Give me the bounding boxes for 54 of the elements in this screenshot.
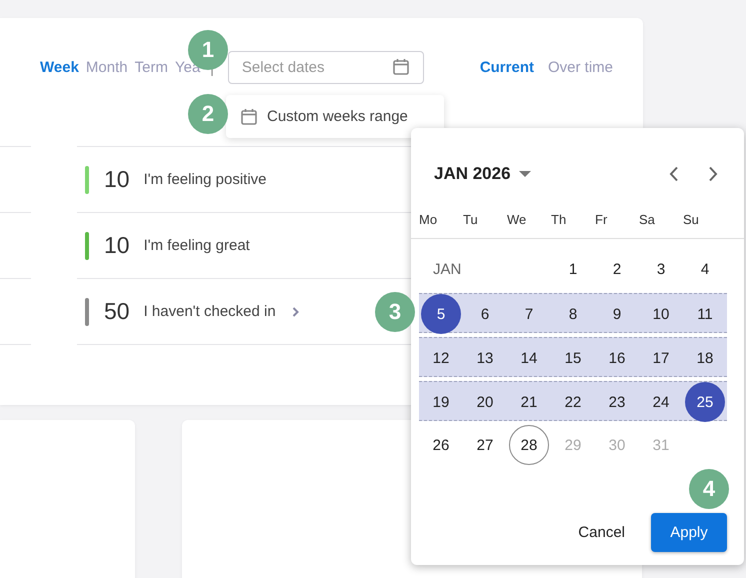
mood-label: I'm feeling positive: [144, 171, 267, 188]
calendar-day[interactable]: 10: [641, 294, 681, 334]
calendar-day[interactable]: 15: [553, 338, 593, 378]
weekday-label: We: [507, 212, 528, 226]
calendar-day[interactable]: 12: [421, 338, 461, 378]
calendar-day[interactable]: 8: [553, 294, 593, 334]
calendar-day[interactable]: 2: [597, 249, 637, 289]
calendar-day[interactable]: 25: [685, 382, 725, 422]
calendar-day[interactable]: 26: [421, 425, 461, 465]
calendar-day[interactable]: 27: [465, 425, 505, 465]
caret-down-icon: [518, 170, 531, 178]
apply-button[interactable]: Apply: [651, 513, 727, 552]
calendar-day[interactable]: 14: [509, 338, 549, 378]
cancel-button[interactable]: Cancel: [570, 516, 633, 549]
calendar-day[interactable]: 3: [641, 249, 681, 289]
calendar-day[interactable]: 24: [641, 382, 681, 422]
calendar-day[interactable]: 19: [421, 382, 461, 422]
weekday-label: Th: [551, 212, 568, 226]
mood-count: 10: [104, 232, 130, 259]
mood-count: 50: [104, 298, 130, 325]
calendar-day[interactable]: 11: [685, 294, 725, 334]
calendar-day[interactable]: 21: [509, 382, 549, 422]
calendar-day[interactable]: 18: [685, 338, 725, 378]
mood-label: I haven't checked in: [144, 303, 276, 320]
calendar-day[interactable]: 16: [597, 338, 637, 378]
mood-count: 10: [104, 166, 130, 193]
view-tab[interactable]: Current: [480, 59, 534, 76]
calendar-day[interactable]: 13: [465, 338, 505, 378]
menu-item[interactable]: Custom weeks range: [267, 108, 408, 125]
calendar-day[interactable]: 6: [465, 294, 505, 334]
weekday-label: Mo: [419, 212, 438, 226]
month-label: JAN: [432, 260, 462, 278]
date-field[interactable]: Select dates: [228, 51, 424, 84]
chevron-right-icon[interactable]: [708, 166, 718, 182]
period-tab[interactable]: Week: [40, 59, 79, 76]
calendar-day[interactable]: 9: [597, 294, 637, 334]
weekday-label: Tu: [463, 212, 479, 226]
calendar-day[interactable]: 5: [421, 294, 461, 334]
calendar-day[interactable]: 17: [641, 338, 681, 378]
chevron-left-icon[interactable]: [669, 166, 679, 182]
weekday-label: Sa: [639, 212, 656, 226]
month-selector[interactable]: JAN 2026: [434, 164, 511, 184]
calendar-day[interactable]: 23: [597, 382, 637, 422]
calendar-icon: [240, 108, 258, 126]
calendar-day[interactable]: 20: [465, 382, 505, 422]
weekday-label: Su: [683, 212, 700, 226]
calendar-day[interactable]: 1: [553, 249, 593, 289]
weekday-label: Fr: [595, 212, 608, 226]
calendar-day[interactable]: 7: [509, 294, 549, 334]
calendar-icon: [392, 58, 410, 76]
calendar-day[interactable]: 28: [509, 425, 549, 465]
mood-label: I'm feeling great: [144, 237, 250, 254]
calendar-day[interactable]: 22: [553, 382, 593, 422]
calendar-day[interactable]: 4: [685, 249, 725, 289]
